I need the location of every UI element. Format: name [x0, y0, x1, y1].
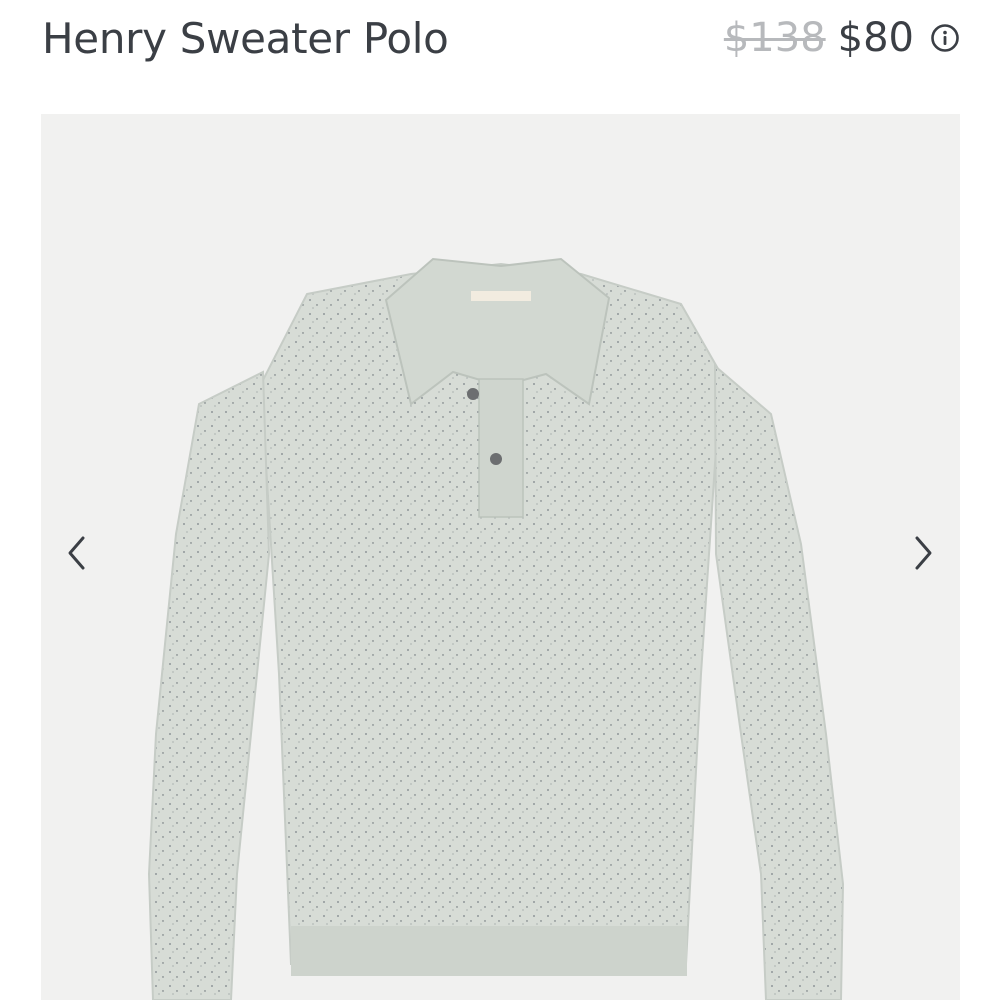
product-header: Henry Sweater Polo $138 $80: [42, 8, 960, 68]
chevron-left-icon: [68, 536, 85, 570]
product-image-gallery[interactable]: [41, 114, 960, 1000]
product-image: [147, 257, 845, 1000]
product-title: Henry Sweater Polo: [42, 13, 449, 63]
info-icon[interactable]: [930, 23, 960, 53]
sale-price: $80: [837, 15, 914, 61]
chevron-right-icon: [915, 536, 932, 570]
original-price: $138: [723, 15, 826, 61]
product-page: Henry Sweater Polo $138 $80: [0, 0, 1000, 1000]
price-group: $138 $80: [724, 15, 960, 61]
gallery-prev-button[interactable]: [56, 526, 96, 580]
gallery-next-button[interactable]: [904, 526, 944, 580]
